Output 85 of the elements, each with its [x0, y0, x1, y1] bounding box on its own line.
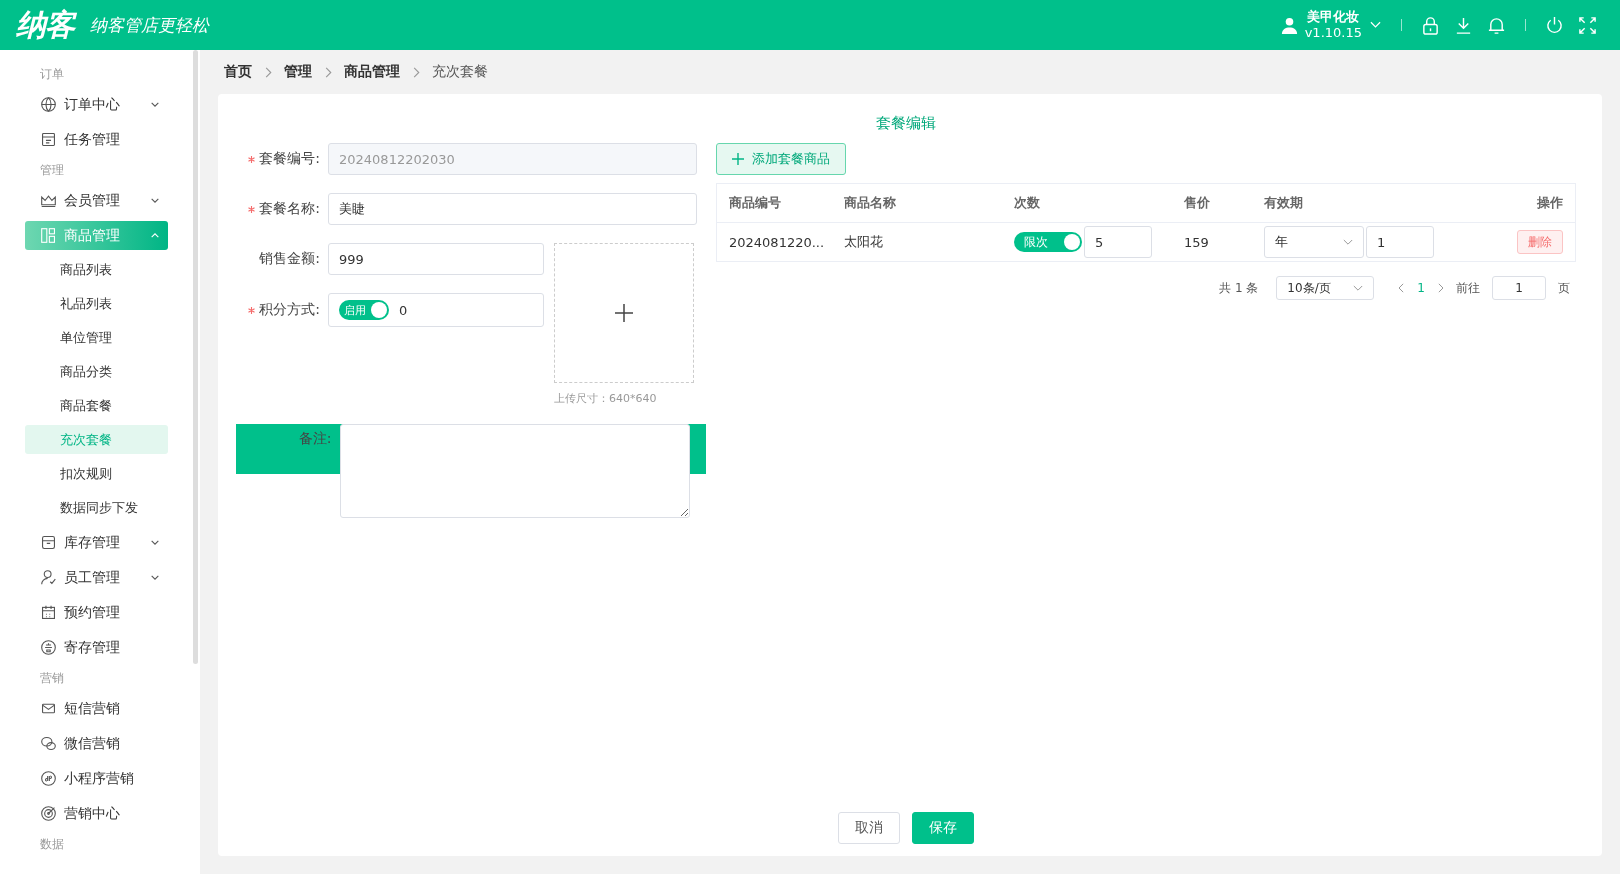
period-select[interactable]: 年: [1264, 226, 1364, 258]
fullscreen-icon[interactable]: [1578, 15, 1597, 35]
sidebar-item[interactable]: 预约管理: [25, 598, 168, 627]
grid-icon: [40, 227, 57, 244]
cabinet-icon: [40, 534, 57, 551]
slogan: 纳客管店更轻松: [90, 13, 209, 37]
sidebar-item[interactable]: 营销中心: [25, 799, 168, 828]
column-header: 操作: [1537, 194, 1563, 212]
column-header: 次数: [1014, 194, 1041, 212]
sidebar-item[interactable]: 订单中心: [25, 90, 168, 119]
breadcrumb-item[interactable]: 管理: [284, 63, 312, 81]
chevron-right-icon: [412, 66, 420, 78]
field-label: 积分方式:: [259, 301, 320, 319]
sidebar-item[interactable]: 微信营销: [25, 729, 168, 758]
crown-icon: [40, 192, 57, 209]
table-cell-text: 太阳花: [844, 233, 884, 251]
table-cell-text: 2024081220...: [729, 234, 826, 250]
goto-label: 前往: [1456, 279, 1480, 297]
chevron-down-icon[interactable]: [1370, 21, 1381, 29]
page-suffix: 页: [1558, 279, 1570, 297]
name-field[interactable]: 美睫: [328, 193, 697, 225]
upload-hint: 上传尺寸：640*640: [554, 391, 658, 406]
chat-icon: [40, 735, 57, 752]
link-icon: [40, 770, 57, 787]
image-upload[interactable]: [554, 243, 694, 383]
column-header: 售价: [1184, 194, 1211, 212]
submenu-item[interactable]: 商品套餐: [25, 391, 168, 420]
form-icon: [40, 131, 57, 148]
field-label: 销售金额:: [259, 250, 320, 268]
goto-page-field[interactable]: 1: [1492, 276, 1546, 300]
sidebar-item[interactable]: 库存管理: [25, 528, 168, 557]
power-icon[interactable]: [1545, 15, 1564, 35]
field-label: 套餐名称:: [259, 200, 320, 218]
breadcrumb-item[interactable]: 商品管理: [344, 63, 400, 81]
sidebar-item[interactable]: 短信营销: [25, 694, 168, 723]
table-cell-text: 159: [1184, 234, 1210, 250]
count-field[interactable]: 5: [1084, 226, 1152, 258]
sidebar-item[interactable]: 会员管理: [25, 186, 168, 215]
sidebar-item[interactable]: 任务管理: [25, 125, 168, 154]
section-label: 数据: [39, 836, 65, 853]
chevron-down-icon: [1343, 238, 1353, 246]
sidebar-item[interactable]: 寄存管理: [25, 633, 168, 662]
globe-icon: [40, 96, 57, 113]
field-label: 套餐编号:: [259, 150, 320, 168]
remark-field[interactable]: [339, 424, 690, 518]
next-page-icon[interactable]: [1437, 283, 1444, 293]
breadcrumb-item: 充次套餐: [432, 63, 488, 81]
breadcrumb-item[interactable]: 首页: [224, 63, 252, 81]
column-header: 商品名称: [844, 194, 897, 212]
column-header: 有效期: [1264, 194, 1304, 212]
badge-icon: [40, 639, 57, 656]
submenu-item[interactable]: 商品分类: [25, 357, 168, 386]
column-header: 商品编号: [729, 194, 782, 212]
sidebar-item[interactable]: 员工管理: [25, 563, 168, 592]
page-title: 套餐编辑: [875, 113, 937, 134]
submenu-item[interactable]: 商品列表: [25, 255, 168, 284]
cancel-button[interactable]: 取消: [838, 812, 900, 844]
plus-icon: [732, 153, 744, 165]
version-label: v1.10.15: [1304, 25, 1362, 41]
person-icon: [40, 569, 57, 586]
chevron-right-icon: [324, 66, 332, 78]
period-field[interactable]: 1: [1366, 226, 1434, 258]
total-count: 共 1 条: [1219, 279, 1259, 297]
bell-icon[interactable]: [1487, 15, 1506, 35]
section-label: 订单: [39, 66, 65, 83]
calendar-icon: [40, 604, 57, 621]
submenu-item[interactable]: 数据同步下发: [25, 493, 168, 522]
plus-icon: [614, 303, 634, 323]
previous-page-icon[interactable]: [1398, 283, 1406, 293]
page-size-select[interactable]: 10条/页: [1276, 276, 1375, 300]
chevron-right-icon: [264, 66, 272, 78]
field-label: 备注:: [298, 430, 332, 448]
section-label: 营销: [39, 670, 65, 687]
target-icon: [40, 805, 57, 822]
user-icon: [1279, 15, 1299, 35]
amount-field[interactable]: 999: [328, 243, 544, 275]
download-icon[interactable]: [1454, 15, 1473, 35]
lock-icon[interactable]: [1421, 15, 1440, 35]
submenu-item[interactable]: 礼品列表: [25, 289, 168, 318]
submenu-item[interactable]: 单位管理: [25, 323, 168, 352]
submenu-item[interactable]: 扣次规则: [25, 459, 168, 488]
chevron-down-icon: [1353, 284, 1364, 292]
points-field[interactable]: 启用 0: [328, 293, 544, 327]
section-label: 管理: [39, 162, 65, 179]
sidebar-item[interactable]: 小程序营销: [25, 764, 168, 793]
